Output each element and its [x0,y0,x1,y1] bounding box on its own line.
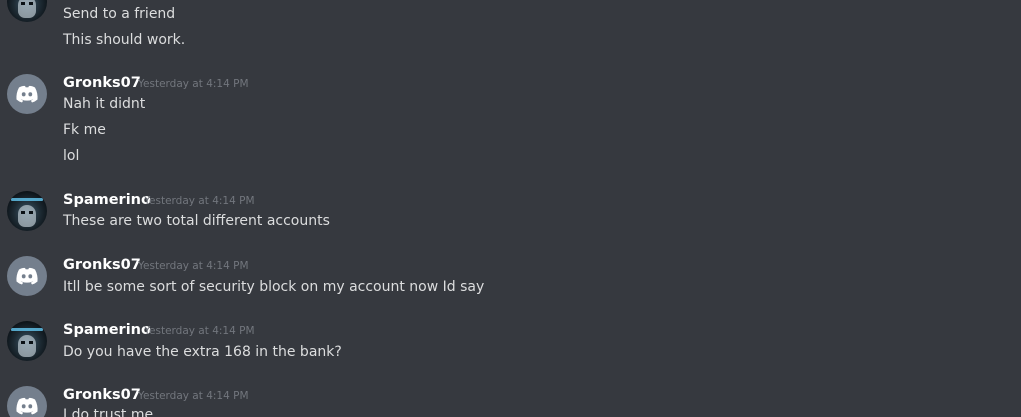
message-author[interactable]: Gronks07 [63,386,141,404]
message-text: Do you have the extra 168 in the bank? [63,344,342,360]
message-timestamp: Yesterday at 4:14 PM [138,78,249,90]
message-timestamp: Yesterday at 4:14 PM [144,195,255,207]
message-text: Nah it didnt [63,96,146,112]
message-author[interactable]: Spamerino [63,321,151,339]
discord-logo-icon [16,397,38,415]
message-text: lol [63,148,80,164]
message-timestamp: Yesterday at 4:14 PM [138,390,249,402]
user-avatar[interactable] [7,74,47,114]
user-avatar[interactable] [7,321,47,361]
message-text: Itll be some sort of security block on m… [63,279,485,295]
message-text: Fk me [63,122,106,138]
user-avatar[interactable] [7,0,47,22]
chat-message-list[interactable]: Send to a friend This should work. Gronk… [0,0,1021,417]
discord-logo-icon [16,267,38,285]
user-avatar[interactable] [7,386,47,417]
user-avatar[interactable] [7,191,47,231]
message-text: Send to a friend [63,6,176,22]
message-author[interactable]: Gronks07 [63,256,141,274]
message-author[interactable]: Gronks07 [63,74,141,92]
message-text: I do trust me [63,407,154,417]
message-text: This should work. [63,32,186,48]
message-timestamp: Yesterday at 4:14 PM [138,260,249,272]
message-timestamp: Yesterday at 4:14 PM [144,325,255,337]
user-avatar[interactable] [7,256,47,296]
discord-logo-icon [16,85,38,103]
message-author[interactable]: Spamerino [63,191,151,209]
message-text: These are two total different accounts [63,213,330,229]
